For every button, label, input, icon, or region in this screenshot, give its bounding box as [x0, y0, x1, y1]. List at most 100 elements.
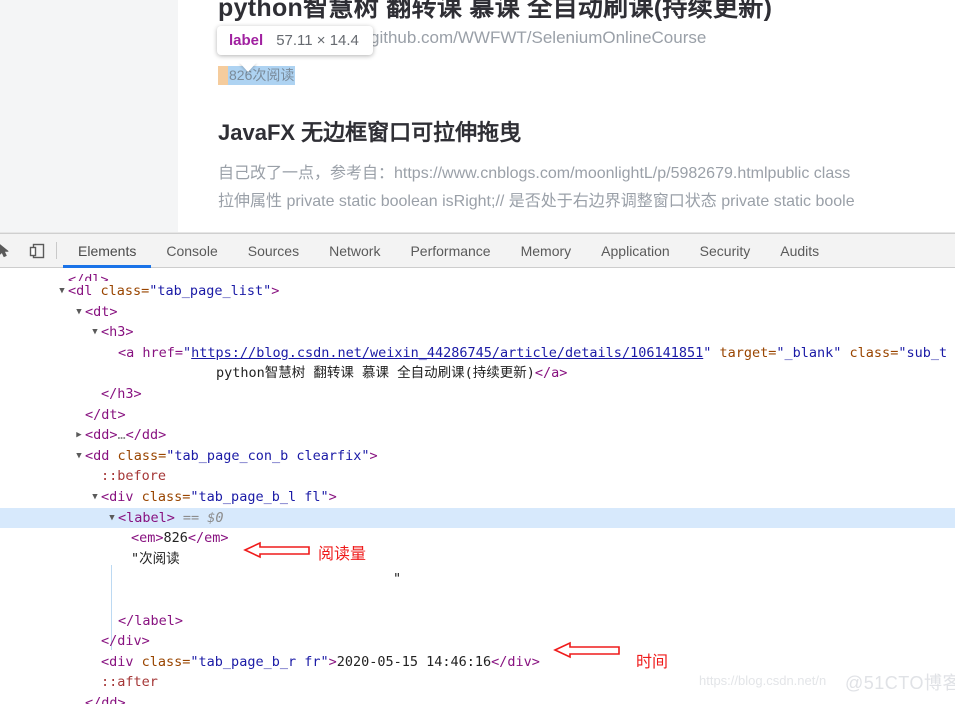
dom-token-selected-marker: == $0	[183, 510, 224, 526]
dom-line-close-dt[interactable]: </dt>	[0, 405, 955, 426]
twisty-open-icon[interactable]: ▼	[90, 322, 100, 343]
dom-token-div-br-close: </div>	[491, 654, 540, 670]
dom-token-dd-open: <dd>	[85, 427, 118, 443]
dom-token-dl-gt: >	[271, 283, 279, 299]
dom-token-a-target-value: "_blank"	[776, 345, 841, 361]
devtools-tab-bar: Elements Console Sources Network Perform…	[63, 234, 834, 267]
tab-application[interactable]: Application	[586, 234, 685, 267]
dom-token-a-open: <a href=	[118, 345, 183, 361]
tooltip-pointer-triangle	[239, 62, 257, 72]
twisty-open-icon[interactable]: ▼	[107, 508, 117, 529]
dom-token-a-href[interactable]: https://blog.csdn.net/weixin_44286745/ar…	[191, 345, 703, 361]
dom-token-close-dd: </dd>	[85, 695, 126, 704]
element-inspector-tooltip: label 57.11 × 14.4	[217, 26, 373, 55]
dom-token-dd-ellipsis[interactable]: …	[118, 427, 126, 443]
dom-token-div-attr: class=	[134, 489, 191, 505]
twisty-open-icon[interactable]: ▼	[57, 281, 67, 302]
dom-token-label: <label>	[118, 510, 175, 526]
dom-token-close-h3: </h3>	[101, 386, 142, 402]
toolbar-divider	[56, 242, 57, 259]
dom-token-dd-gt: >	[370, 448, 378, 464]
dom-token-dl-value: "tab_page_list"	[149, 283, 271, 299]
github-link-text[interactable]: github.com/WWFWT/SeleniumOnlineCourse	[370, 28, 706, 48]
dom-token-div-value: "tab_page_b_l fl"	[190, 489, 328, 505]
dom-line-close-dl[interactable]: </dl>	[0, 270, 955, 281]
tab-security[interactable]: Security	[685, 234, 766, 267]
article-body-line-1: 自己改了一点，参考自：https://www.cnblogs.com/moonl…	[218, 160, 855, 188]
rendered-webpage-pane: python智慧树 翻转课 慕课 全自动刷课(持续更新) github.com/…	[0, 0, 955, 233]
twisty-open-icon[interactable]: ▼	[74, 302, 84, 323]
annotation-label-reads: 阅读量	[318, 540, 366, 564]
highlight-padding-box	[218, 66, 228, 85]
dom-token-h3: <h3>	[101, 324, 134, 340]
dom-line-dt[interactable]: ▼<dt>	[0, 302, 955, 323]
dom-line-dd-open[interactable]: ▼<dd class="tab_page_con_b clearfix">	[0, 446, 955, 467]
dom-token-div-br-tag: <div	[101, 654, 134, 670]
twisty-closed-icon[interactable]: ▶	[74, 425, 84, 446]
article-body-line-2: 拉伸属性 private static boolean isRight;// 是…	[218, 188, 855, 216]
dom-line-em[interactable]: <em>826</em>	[0, 528, 955, 549]
dom-line-close-label[interactable]: </label>	[0, 611, 955, 632]
dom-line-div-bl[interactable]: ▼<div class="tab_page_b_l fl">	[0, 487, 955, 508]
dom-token-before: ::before	[101, 468, 166, 484]
dom-line-div-br-timestamp[interactable]: <div class="tab_page_b_r fr">2020-05-15 …	[0, 652, 955, 673]
tooltip-dimensions: 57.11 × 14.4	[276, 32, 359, 49]
dom-token-div-gt: >	[329, 489, 337, 505]
dom-token-close-label: </label>	[118, 613, 183, 629]
dom-token-dd-tag: <dd	[85, 448, 109, 464]
dom-line-close-h3[interactable]: </h3>	[0, 384, 955, 405]
article-title-top[interactable]: python智慧树 翻转课 慕课 全自动刷课(持续更新)	[218, 0, 772, 24]
twisty-open-icon[interactable]: ▼	[90, 487, 100, 508]
dom-token-text-reads: "次阅读	[131, 551, 180, 567]
dom-token-dl-tag: <dl	[68, 283, 92, 299]
annotation-label-timestamp: 时间	[636, 648, 668, 672]
dom-line-blank	[0, 590, 955, 611]
inspect-cursor-icon[interactable]	[0, 234, 22, 267]
annotation-arrow-timestamp	[553, 639, 621, 661]
dom-line-before-pseudo[interactable]: ::before	[0, 466, 955, 487]
dom-token-div-tag: <div	[101, 489, 134, 505]
devtools-panel: Elements Console Sources Network Perform…	[0, 233, 955, 702]
dom-token-text-quote: "	[393, 571, 401, 587]
dom-line-close-div-bl[interactable]: </div>	[0, 631, 955, 652]
dom-line-anchor-text[interactable]: python智慧树 翻转课 慕课 全自动刷课(持续更新)</a>	[0, 363, 955, 384]
dom-token-anchor-text: python智慧树 翻转课 慕课 全自动刷课(持续更新)	[216, 365, 535, 381]
tab-memory[interactable]: Memory	[506, 234, 587, 267]
dom-token-em-close: </em>	[188, 530, 229, 546]
twisty-open-icon[interactable]: ▼	[74, 446, 84, 467]
dom-line-anchor[interactable]: <a href="https://blog.csdn.net/weixin_44…	[0, 343, 955, 364]
article-title-javafx[interactable]: JavaFX 无边框窗口可拉伸拖曳	[218, 115, 521, 147]
dom-token-dl-attr: class=	[92, 283, 149, 299]
article-body-preview: 自己改了一点，参考自：https://www.cnblogs.com/moonl…	[218, 160, 855, 216]
dom-token-dd-close: </dd>	[126, 427, 167, 443]
page-left-gutter	[0, 0, 178, 233]
tab-performance[interactable]: Performance	[395, 234, 505, 267]
dom-token-dd-attr: class=	[109, 448, 166, 464]
watermark-51cto: @51CTO博客	[845, 669, 955, 695]
dom-token-close-dt: </dt>	[85, 407, 126, 423]
tab-audits[interactable]: Audits	[765, 234, 834, 267]
dom-token-a-class-attr: class=	[841, 345, 898, 361]
dom-line-open-dl[interactable]: ▼<dl class="tab_page_list">	[0, 281, 955, 302]
dom-token-em-open: <em>	[131, 530, 164, 546]
dom-line-close-dd[interactable]: </dd>	[0, 693, 955, 704]
device-toolbar-icon[interactable]	[22, 234, 52, 267]
dom-token-a-target-attr: target=	[711, 345, 776, 361]
dom-token-div-br-value: "tab_page_b_r fr"	[190, 654, 328, 670]
annotation-arrow-reads	[243, 539, 311, 561]
tooltip-tag-name: label	[229, 32, 263, 49]
tab-elements[interactable]: Elements	[63, 234, 151, 267]
dom-line-label-selected[interactable]: ▼<label> == $0	[0, 508, 955, 529]
devtools-toolbar: Elements Console Sources Network Perform…	[0, 234, 955, 268]
tab-network[interactable]: Network	[314, 234, 395, 267]
dom-line-text-reads[interactable]: "次阅读	[0, 549, 955, 570]
dom-line-text-quote[interactable]: "	[0, 569, 955, 590]
tab-sources[interactable]: Sources	[233, 234, 314, 267]
dom-token-dd-value: "tab_page_con_b clearfix"	[166, 448, 369, 464]
dom-line-h3[interactable]: ▼<h3>	[0, 322, 955, 343]
dom-tree-view[interactable]: </dl> ▼<dl class="tab_page_list"> ▼<dt> …	[0, 268, 955, 704]
tab-console[interactable]: Console	[151, 234, 232, 267]
dom-line-dd-collapsed[interactable]: ▶<dd>…</dd>	[0, 425, 955, 446]
watermark-csdn: https://blog.csdn.net/n	[699, 673, 826, 688]
dom-token-a-close: </a>	[535, 365, 568, 381]
